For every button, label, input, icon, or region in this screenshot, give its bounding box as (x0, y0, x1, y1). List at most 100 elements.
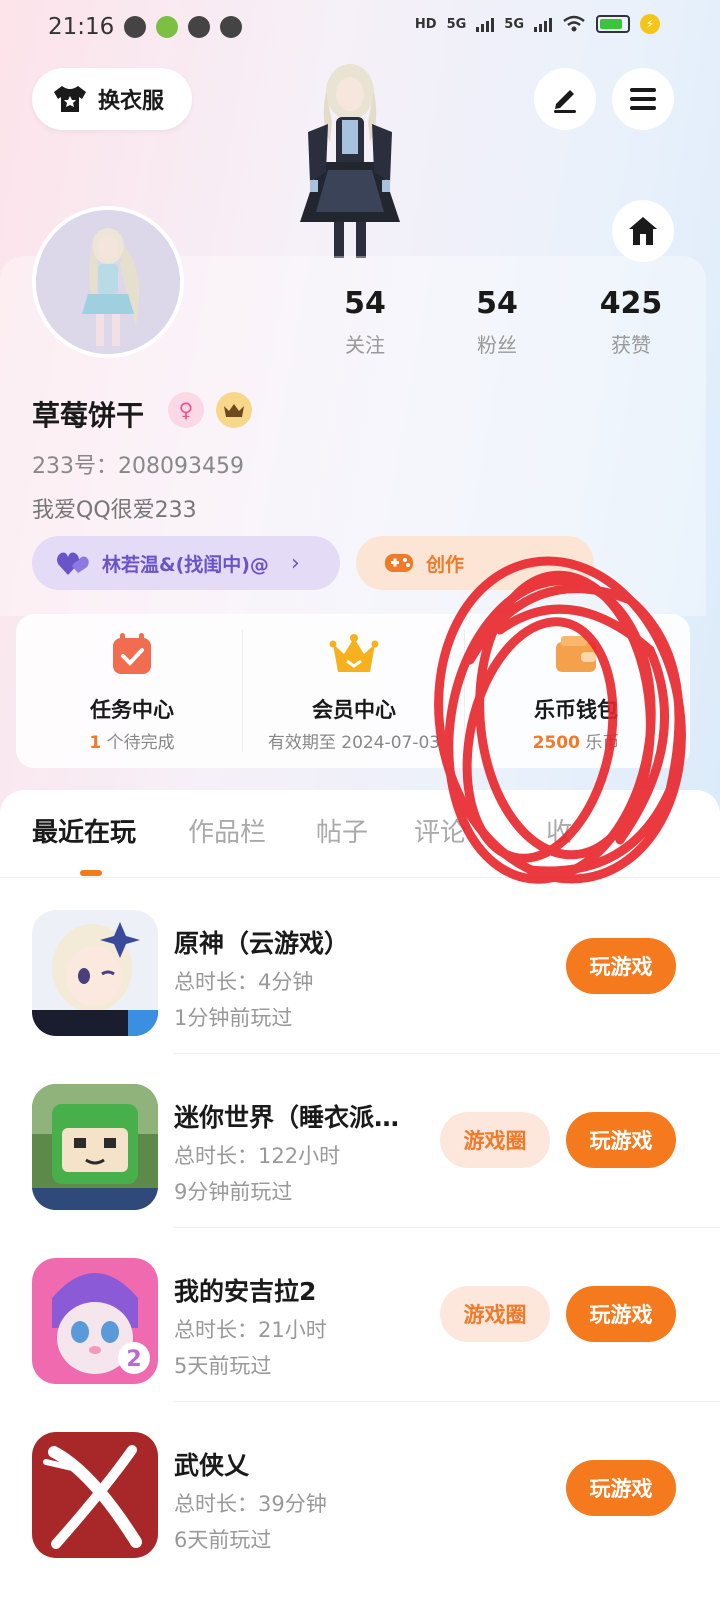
pending-count: 1 (89, 733, 102, 753)
chevron-right-icon: › (290, 550, 300, 576)
list-item[interactable]: 2 我的安吉拉2 总时长：21小时 5天前玩过 游戏圈 玩游戏 (0, 1228, 720, 1402)
notification-icon (124, 16, 146, 38)
menu-icon (630, 88, 656, 110)
wifi-icon (563, 15, 585, 32)
game-icon-genshin (32, 910, 158, 1036)
creator-center-chip[interactable]: 创作 (356, 536, 594, 590)
character-figure-image (300, 64, 400, 258)
play-game-button[interactable]: 玩游戏 (566, 1112, 676, 1168)
game-duration: 总时长：39分钟 (174, 1492, 327, 1516)
home-button[interactable] (612, 200, 674, 262)
task-center-button[interactable]: 任务中心 1 个待完成 (20, 614, 244, 768)
list-item[interactable]: 武侠乂 总时长：39分钟 6天前玩过 玩游戏 (0, 1402, 720, 1576)
vip-center-title: 会员中心 (312, 698, 396, 722)
game-last-played: 5天前玩过 (174, 1354, 272, 1378)
play-game-button[interactable]: 玩游戏 (566, 938, 676, 994)
battery-icon (596, 15, 630, 33)
pending-label: 个待完成 (101, 733, 175, 753)
followers-count: 54 (476, 286, 518, 321)
profile-tabs: 最近在玩 作品栏 帖子 评论 收 (0, 812, 720, 876)
wallet-balance-value: 2500 (532, 733, 580, 753)
task-calendar-icon (113, 633, 151, 674)
tab-works[interactable]: 作品栏 (188, 812, 266, 849)
following-count: 54 (344, 286, 386, 321)
charging-icon: ⚡ (640, 14, 660, 34)
notification-icons (124, 16, 242, 38)
username: 草莓饼干 (32, 399, 145, 432)
wallet-balance: 2500 乐币 (464, 728, 688, 753)
crown-icon (224, 404, 244, 417)
status-bar: 21:16 HD 5G 5G ⚡ (0, 0, 720, 56)
relationship-label: 林若温&(找闺中)@ (102, 553, 269, 576)
notification-icon (156, 16, 178, 38)
tab-recently-played[interactable]: 最近在玩 (32, 812, 136, 849)
game-community-button[interactable]: 游戏圈 (440, 1112, 550, 1168)
game-last-played: 9分钟前玩过 (174, 1180, 293, 1204)
system-indicators: HD 5G 5G ⚡ (415, 14, 660, 34)
shirt-icon (54, 86, 86, 112)
edit-profile-button[interactable] (534, 68, 596, 130)
followers-label: 粉丝 (477, 333, 517, 357)
play-game-button[interactable]: 玩游戏 (566, 1286, 676, 1342)
wallet-icon (556, 636, 596, 672)
stat-likes[interactable]: 425 获赞 (566, 286, 696, 358)
game-duration: 总时长：122小时 (174, 1144, 341, 1168)
tab-favorites[interactable]: 收 (546, 812, 572, 849)
game-duration: 总时长：4分钟 (174, 970, 314, 994)
wallet-title: 乐币钱包 (534, 698, 618, 722)
task-center-subtitle: 1 个待完成 (20, 728, 244, 753)
signal-icon (534, 16, 552, 32)
network-5g-1: 5G (446, 16, 467, 32)
vip-expiry: 有效期至 2024-07-03 (267, 733, 441, 753)
menu-button[interactable] (612, 68, 674, 130)
female-gender-icon: ♀ (168, 392, 204, 428)
tab-divider (0, 877, 720, 878)
play-game-button[interactable]: 玩游戏 (566, 1460, 676, 1516)
game-icon-angela: 2 (32, 1258, 158, 1384)
home-icon (629, 217, 657, 245)
user-bio: 我爱QQ很爱233 (32, 498, 197, 523)
game-name: 迷你世界（睡衣派… (174, 1103, 400, 1132)
wallet-button[interactable]: 乐币钱包 2500 乐币 (464, 614, 688, 768)
game-community-button[interactable]: 游戏圈 (440, 1286, 550, 1342)
game-icon-mini-world (32, 1084, 158, 1210)
avatar-image (36, 210, 180, 354)
change-outfit-button[interactable]: 换衣服 (32, 68, 192, 130)
game-name: 我的安吉拉2 (174, 1277, 317, 1306)
double-heart-icon (57, 552, 89, 575)
status-time: 21:16 (48, 14, 115, 40)
stat-followers[interactable]: 54 粉丝 (432, 286, 562, 358)
notification-icon (188, 16, 210, 38)
pen-icon (554, 90, 576, 113)
user-id: 233号：208093459 (32, 454, 244, 479)
following-label: 关注 (345, 333, 385, 357)
stat-following[interactable]: 54 关注 (300, 286, 430, 358)
likes-count: 425 (599, 286, 663, 321)
crown-badge-icon[interactable] (216, 392, 252, 428)
game-name: 武侠乂 (174, 1451, 250, 1480)
list-item[interactable]: 原神（云游戏） 总时长：4分钟 1分钟前玩过 玩游戏 (0, 880, 720, 1054)
network-5g-2: 5G (504, 16, 524, 32)
relationship-chip[interactable]: 林若温&(找闺中)@ › (32, 536, 340, 590)
vip-center-button[interactable]: 会员中心 有效期至 2024-07-03 (242, 614, 466, 768)
game-last-played: 1分钟前玩过 (174, 1006, 293, 1030)
active-tab-indicator (80, 870, 102, 876)
signal-icon (476, 16, 495, 32)
avatar[interactable] (32, 206, 184, 358)
game-duration: 总时长：21小时 (174, 1318, 327, 1342)
tab-posts[interactable]: 帖子 (316, 812, 368, 849)
list-item[interactable]: 迷你世界（睡衣派… 总时长：122小时 9分钟前玩过 游戏圈 玩游戏 (0, 1054, 720, 1228)
creator-center-label: 创作 (426, 553, 465, 576)
task-center-title: 任务中心 (90, 698, 174, 722)
svg-text:2: 2 (126, 1347, 141, 1372)
change-outfit-label: 换衣服 (98, 89, 165, 114)
likes-label: 获赞 (611, 333, 651, 357)
gamepad-icon (385, 554, 413, 572)
crown-icon (329, 634, 379, 672)
game-last-played: 6天前玩过 (174, 1528, 272, 1552)
tab-comments[interactable]: 评论 (414, 812, 466, 849)
notification-icon (220, 16, 242, 38)
quick-actions-card: 任务中心 1 个待完成 会员中心 有效期至 2024-07-03 乐币钱包 25… (16, 614, 690, 768)
game-icon-wuxia (32, 1432, 158, 1558)
hd-indicator: HD (414, 16, 437, 32)
